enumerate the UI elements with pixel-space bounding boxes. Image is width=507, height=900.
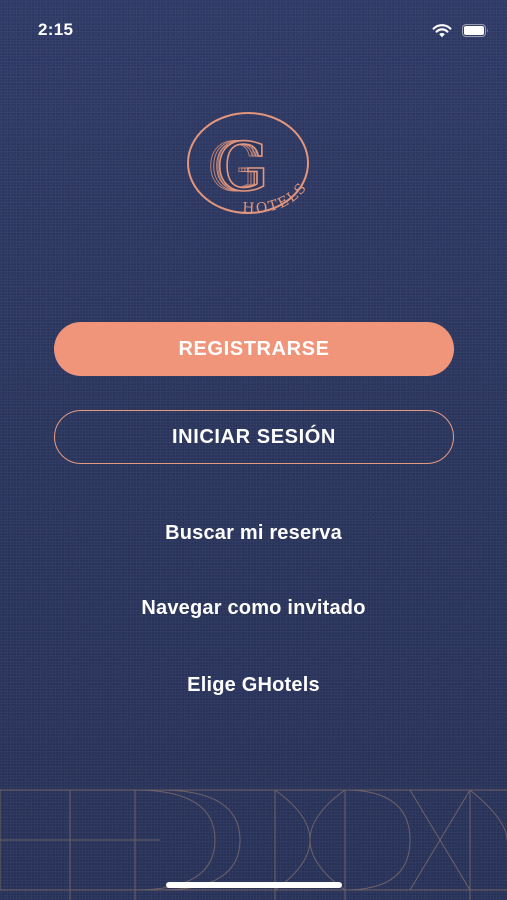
logo-letter-g: G G G G [207,128,270,207]
svg-text:G: G [216,129,269,206]
battery-icon [462,24,488,37]
guest-browse-link[interactable]: Navegar como invitado [0,597,507,620]
wifi-icon [432,24,452,38]
register-button[interactable]: REGISTRARSE [54,322,454,376]
find-booking-link[interactable]: Buscar mi reserva [0,522,507,545]
home-indicator[interactable] [166,882,342,888]
status-time: 2:15 [38,20,74,39]
status-bar: 2:15 [0,0,507,60]
ghotels-logo: G G G G HOTELS [187,112,309,217]
login-button[interactable]: INICIAR SESIÓN [54,410,454,464]
choose-ghotels-link[interactable]: Elige GHotels [0,674,507,697]
